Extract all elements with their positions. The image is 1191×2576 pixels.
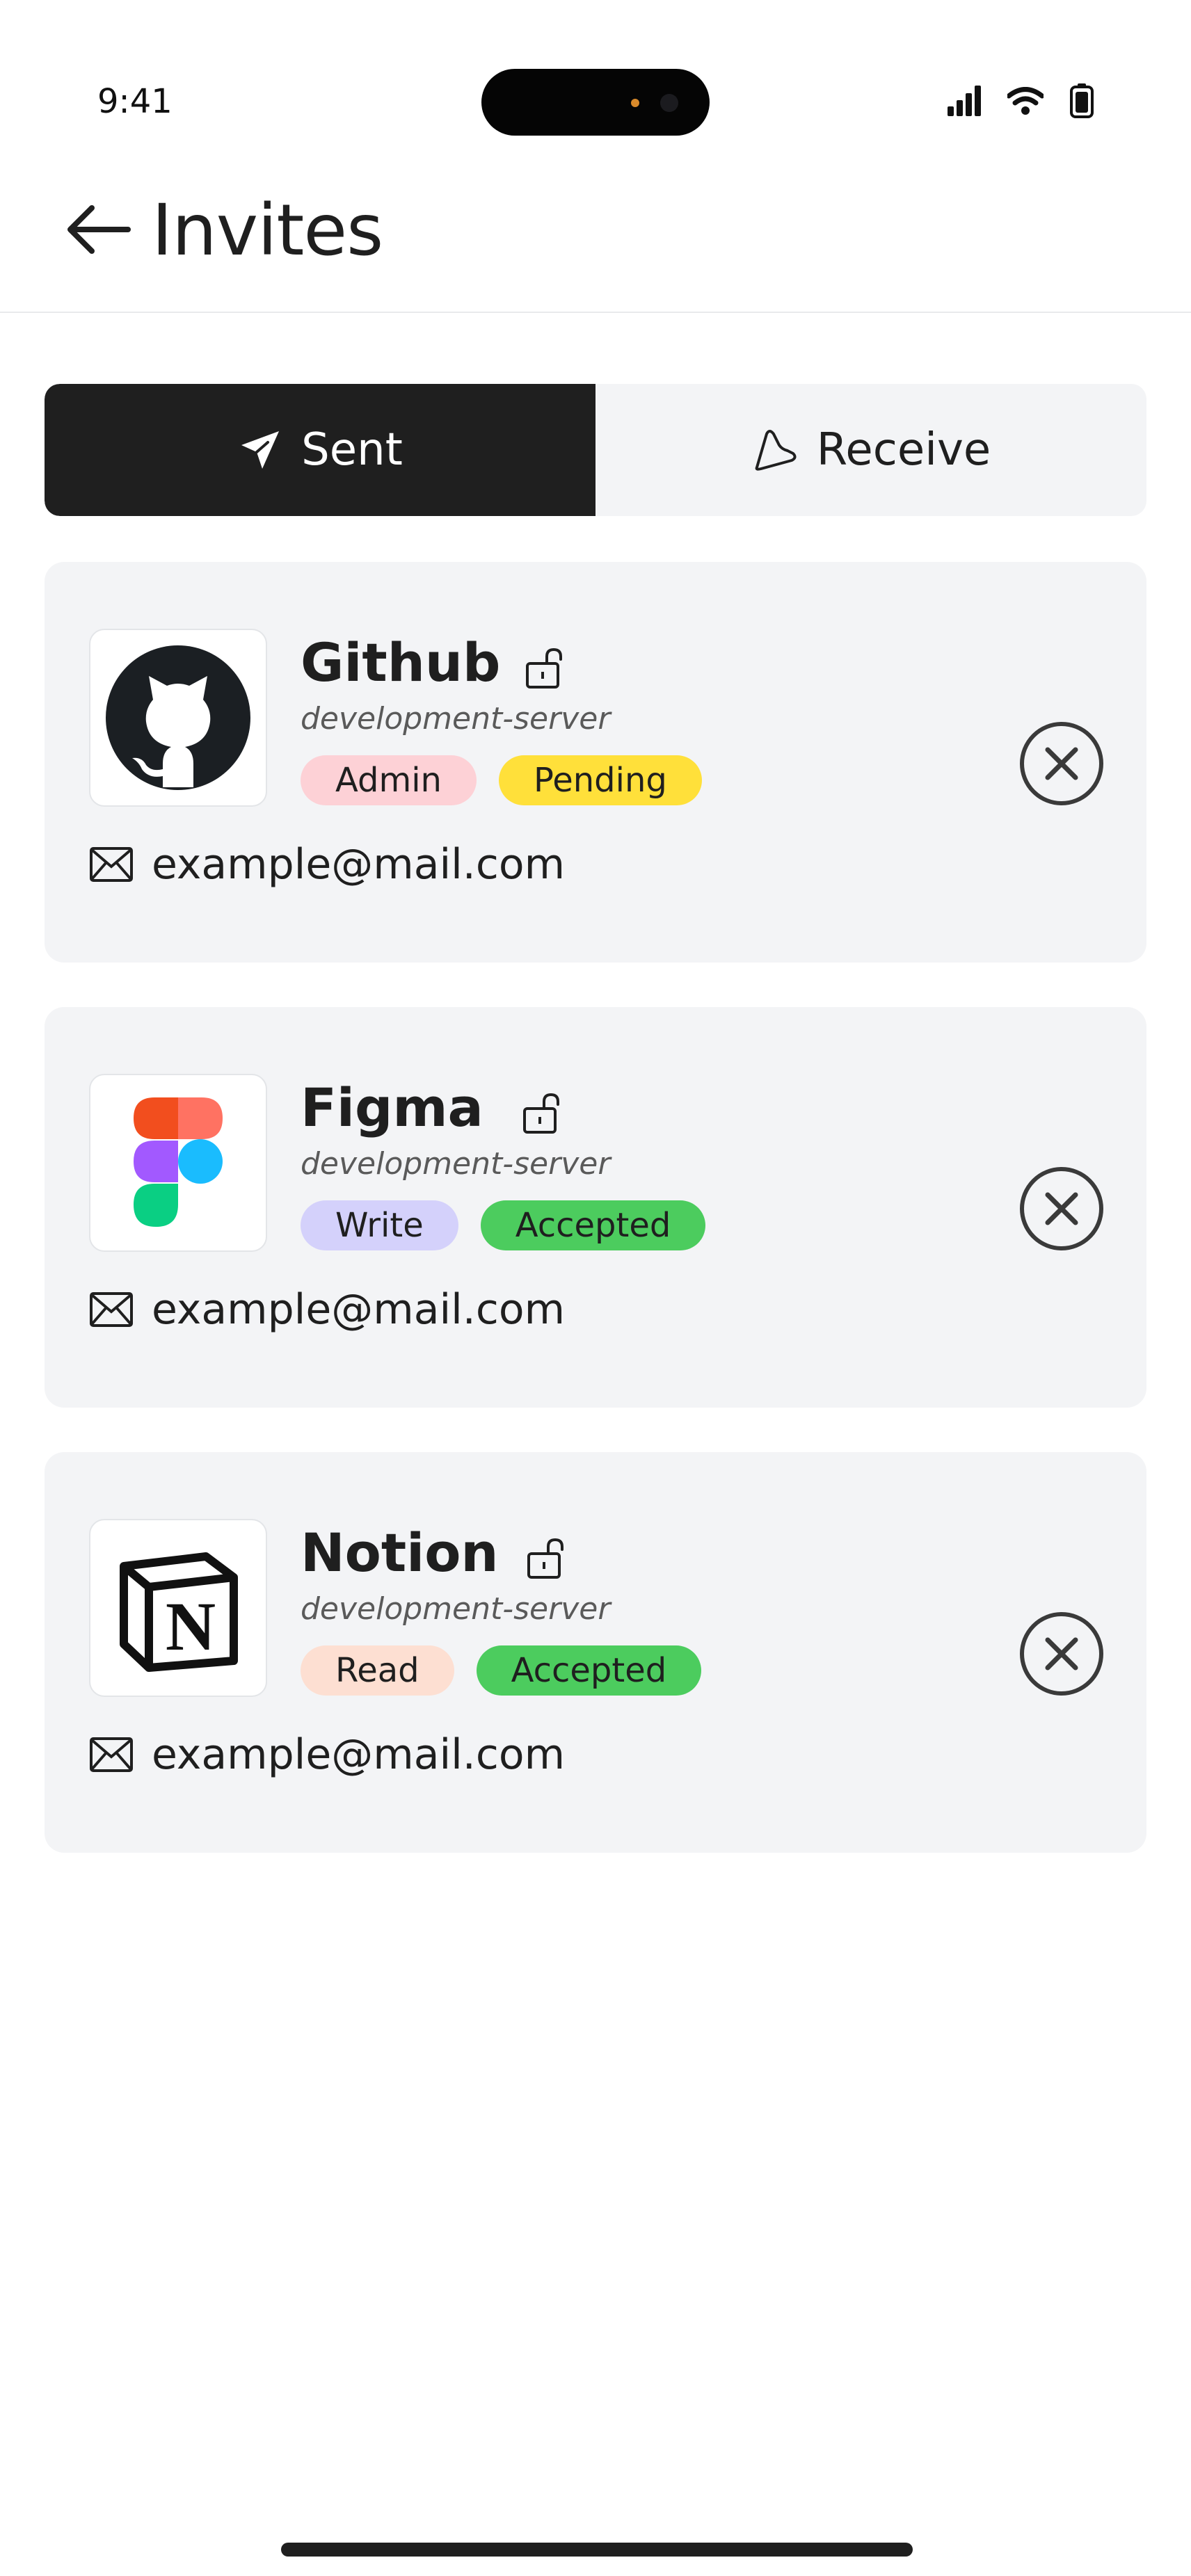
page-title: Invites <box>152 189 383 272</box>
figma-logo-icon <box>134 1097 223 1227</box>
status-bar: 9:41 <box>0 0 1191 139</box>
tab-receive-label: Receive <box>816 424 991 476</box>
role-badge: Admin <box>301 755 477 805</box>
arrow-left-icon <box>67 205 131 254</box>
figma-logo <box>89 1074 267 1252</box>
badge-group: Write Accepted <box>301 1200 706 1250</box>
receive-icon <box>755 430 797 471</box>
unlock-icon <box>523 1093 559 1134</box>
status-time: 9:41 <box>97 82 173 121</box>
status-badge: Accepted <box>480 1200 706 1250</box>
role-badge: Write <box>301 1200 458 1250</box>
invite-card-notion: N Notion development-server Read Accepte… <box>45 1452 1146 1853</box>
notion-logo: N <box>89 1519 267 1697</box>
back-button[interactable] <box>64 195 134 264</box>
email-text: example@mail.com <box>152 840 566 889</box>
app-name: Notion <box>301 1522 499 1584</box>
home-indicator[interactable] <box>281 2543 913 2557</box>
tab-sent[interactable]: Sent <box>45 384 596 516</box>
app-name: Figma <box>301 1077 483 1138</box>
camera-icon <box>660 94 678 112</box>
github-logo <box>89 629 267 807</box>
badge-group: Read Accepted <box>301 1645 702 1696</box>
send-icon <box>241 431 280 469</box>
notion-logo-icon: N <box>120 1552 238 1672</box>
cellular-signal-icon <box>948 86 981 116</box>
mail-icon <box>90 847 133 882</box>
app-header: Invites <box>0 174 1191 313</box>
email-row: example@mail.com <box>89 1285 565 1334</box>
invite-card-figma: Figma development-server Write Accepted … <box>45 1007 1146 1408</box>
status-icons <box>948 83 1094 118</box>
mail-icon <box>90 1292 133 1327</box>
email-text: example@mail.com <box>152 1285 566 1334</box>
status-badge: Accepted <box>476 1645 702 1696</box>
svg-text:N: N <box>166 1588 216 1665</box>
app-name: Github <box>301 631 501 693</box>
email-row: example@mail.com <box>89 840 565 889</box>
battery-icon <box>1070 83 1094 118</box>
server-name: development-server <box>301 701 611 736</box>
unlock-icon <box>526 647 562 689</box>
dynamic-island <box>481 69 710 136</box>
server-name: development-server <box>301 1146 611 1182</box>
unlock-icon <box>527 1538 563 1579</box>
tab-sent-label: Sent <box>301 424 403 476</box>
email-row: example@mail.com <box>89 1730 565 1779</box>
remove-invite-button[interactable] <box>1018 1611 1105 1697</box>
indicator-dot <box>631 99 639 107</box>
server-name: development-server <box>301 1591 611 1627</box>
invite-tabs: Sent Receive <box>45 384 1146 516</box>
tab-receive[interactable]: Receive <box>596 384 1146 516</box>
wifi-icon <box>1007 87 1044 115</box>
mail-icon <box>90 1737 133 1772</box>
badge-group: Admin Pending <box>301 755 702 805</box>
remove-invite-button[interactable] <box>1018 721 1105 807</box>
remove-invite-button[interactable] <box>1018 1166 1105 1252</box>
role-badge: Read <box>301 1645 454 1696</box>
email-text: example@mail.com <box>152 1730 566 1779</box>
github-logo-icon <box>106 645 250 790</box>
invite-card-github: Github development-server Admin Pending … <box>45 562 1146 963</box>
status-badge: Pending <box>498 755 702 805</box>
